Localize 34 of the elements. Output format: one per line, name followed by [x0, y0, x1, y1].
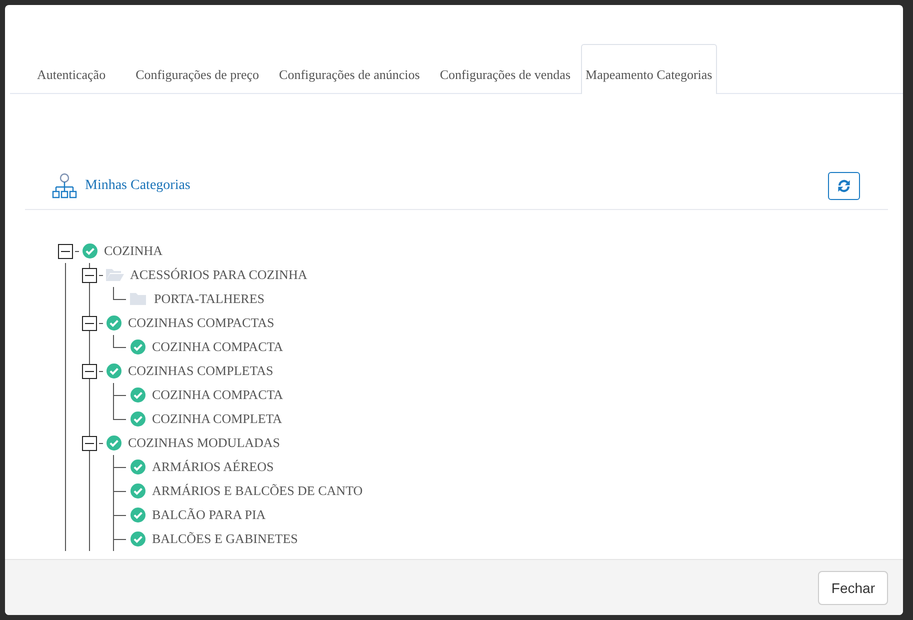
category-label[interactable]: COZINHA COMPACTA — [152, 339, 284, 355]
tab[interactable]: Configurações de anúncios — [269, 55, 430, 94]
tree-connector — [113, 335, 126, 348]
category-label[interactable]: BALCÃO PARA PIA — [152, 507, 266, 523]
panel-title: Minhas Categorias — [85, 178, 190, 194]
category-label[interactable]: BALCÕES E GABINETES — [152, 531, 298, 547]
category-label[interactable]: COZINHAS COMPACTAS — [128, 315, 274, 331]
collapse-toggle[interactable] — [82, 268, 97, 283]
collapse-toggle[interactable] — [82, 316, 97, 331]
category-label[interactable]: PORTA-TALHERES — [154, 291, 265, 307]
category-label[interactable]: ACESSÓRIOS PARA COZINHA — [130, 267, 308, 283]
category-label[interactable]: COZINHA COMPLETA — [152, 411, 282, 427]
tab[interactable]: Autenticação — [22, 55, 116, 94]
tree-connector — [113, 287, 126, 300]
collapse-toggle[interactable] — [58, 244, 73, 259]
category-label[interactable]: COZINHA COMPACTA — [152, 387, 284, 403]
tree-connector — [113, 455, 126, 479]
refresh-button[interactable] — [828, 172, 860, 200]
category-label[interactable]: COZINHAS MODULADAS — [128, 435, 280, 451]
close-button[interactable]: Fechar — [818, 570, 888, 604]
category-label[interactable]: COZINHAS COMPLETAS — [128, 363, 274, 379]
category-label[interactable]: ARMÁRIOS AÉREOS — [152, 459, 274, 475]
collapse-toggle[interactable] — [82, 364, 97, 379]
collapse-toggle[interactable] — [82, 436, 97, 451]
tree-connector — [113, 527, 126, 551]
tab[interactable]: Configurações de vendas — [430, 55, 581, 94]
tab[interactable]: Mapeamento Categorias — [580, 44, 718, 94]
tree-connector — [113, 503, 126, 527]
category-label[interactable]: COZINHA — [104, 243, 162, 259]
tab[interactable]: Configurações de preço — [126, 55, 270, 94]
tree-connector — [113, 479, 126, 503]
category-label[interactable]: ARMÁRIOS E BALCÕES DE CANTO — [152, 483, 363, 499]
sitemap-icon — [52, 172, 77, 198]
refresh-icon — [837, 178, 851, 192]
